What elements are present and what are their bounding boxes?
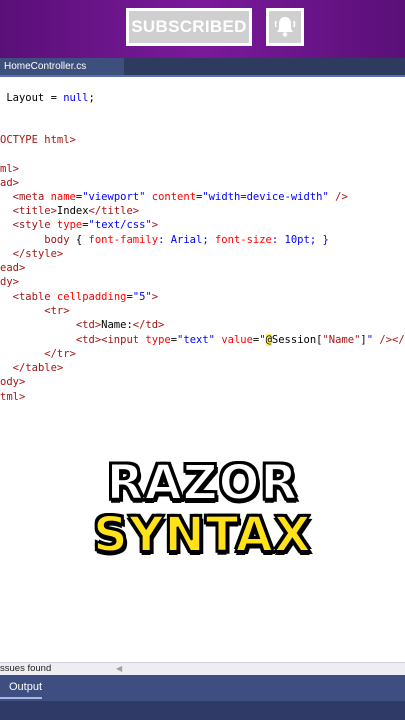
code-value: "width=device-width" [202, 191, 329, 203]
code-line-td-name: <td>Name:</td> [0, 318, 165, 332]
code-line-style-open: <style type="text/css"> [12, 219, 159, 231]
code-attr: font-size [214, 234, 272, 246]
code-line-head-close: ead> [0, 261, 25, 275]
code-line-doctype: OCTYPE html> [0, 133, 76, 147]
code-line-table-open: <table cellpadding="5"> [12, 291, 159, 303]
bell-icon [274, 17, 296, 37]
code-line-table-close: </table> [0, 361, 64, 375]
code-line-title: <title>Index</title> [0, 204, 139, 218]
code-string: "Name" [322, 334, 361, 346]
code-tag: <td> [75, 334, 102, 346]
overlay-title-line-1: RAZOR [106, 454, 299, 512]
code-tag: ad> [0, 177, 19, 189]
code-value: : 10pt; } [271, 234, 329, 246]
code-tag: /> [328, 191, 348, 203]
code-value: "5" [132, 291, 152, 303]
code-tag: OCTYPE html> [0, 134, 76, 146]
code-line-meta: <meta name="viewport" content="width=dev… [12, 191, 348, 203]
code-value: "viewport" [82, 191, 146, 203]
subscribe-button[interactable]: SUBSCRIBED [126, 8, 252, 46]
code-tag: <title> [12, 205, 57, 217]
code-tag: > [151, 291, 159, 303]
notification-bell-button[interactable] [266, 8, 304, 46]
tab-output[interactable]: Output [9, 681, 42, 693]
code-tag: > [151, 219, 159, 231]
code-attr: type [56, 219, 83, 231]
code-line-style-close: </style> [0, 247, 64, 261]
code-tag: <table [12, 291, 57, 303]
code-tag: dy> [0, 276, 19, 288]
code-tag: tml> [0, 391, 26, 403]
code-tag: <input [101, 334, 146, 346]
code-text: Name: [101, 319, 133, 331]
code-line-body-close: ody> [0, 375, 25, 389]
code-tag: </tr> [44, 348, 76, 360]
code-line-html-close: tml> [0, 390, 25, 404]
code-attr: content [151, 191, 197, 203]
output-tab-underline [0, 697, 42, 699]
code-value: : Arial; [158, 234, 215, 246]
code-line-1: Layout = null; [0, 91, 95, 105]
code-attr: name [50, 191, 76, 203]
code-attr: cellpadding [56, 291, 127, 303]
code-attr: font-family [88, 234, 159, 246]
code-attr: type [145, 334, 171, 346]
code-value: "text" [177, 334, 215, 346]
code-line-tr-close: </tr> [0, 347, 76, 361]
code-text: ; [88, 92, 95, 104]
tab-homecontroller[interactable]: HomeController.cs [0, 58, 124, 75]
code-tag: </title> [88, 205, 140, 217]
issues-status-text: ssues found [0, 663, 52, 674]
code-line-css: body { font-family: Arial; font-size: 10… [0, 233, 329, 247]
output-panel-bar: Output [0, 675, 405, 701]
code-line-tr-open: <tr> [0, 304, 70, 318]
code-tag: /></ [373, 334, 405, 346]
document-tab-strip: HomeController.cs [0, 58, 405, 75]
issues-status-bar: ssues found ◀ [0, 662, 405, 675]
overlay-title-line-2: SYNTAX [92, 506, 312, 564]
code-tag: </td> [132, 319, 165, 331]
code-tag: </style> [12, 248, 64, 260]
code-selector: body [44, 234, 70, 246]
code-line-body-open: dy> [0, 275, 19, 289]
code-text: Index [56, 205, 89, 217]
code-value: "text/css" [88, 219, 152, 231]
code-tag: <td> [75, 319, 102, 331]
code-text: Layout = [0, 92, 64, 104]
code-text: Session[ [271, 334, 323, 346]
code-attr: value [221, 334, 253, 346]
code-keyword: null [63, 92, 89, 104]
code-tag: <style [12, 219, 57, 231]
code-text: { [69, 234, 89, 246]
scroll-left-icon[interactable]: ◀ [116, 663, 122, 675]
code-editor[interactable]: Layout = null; OCTYPE html> ml> ad> <met… [0, 77, 405, 662]
code-value: " [259, 334, 266, 346]
code-tag: ead> [0, 262, 26, 274]
code-tag: ody> [0, 376, 26, 388]
code-tag: ml> [0, 163, 19, 175]
code-line-head-open: ad> [0, 176, 19, 190]
channel-banner: SUBSCRIBED [0, 0, 405, 58]
code-tag: </table> [12, 362, 64, 374]
code-line-html-open: ml> [0, 162, 19, 176]
code-line-td-input: <td><input type="text" value="@Session["… [75, 334, 405, 346]
code-tag: <meta [12, 191, 51, 203]
bottom-status-bar [0, 701, 405, 720]
code-tag: <tr> [44, 305, 70, 317]
